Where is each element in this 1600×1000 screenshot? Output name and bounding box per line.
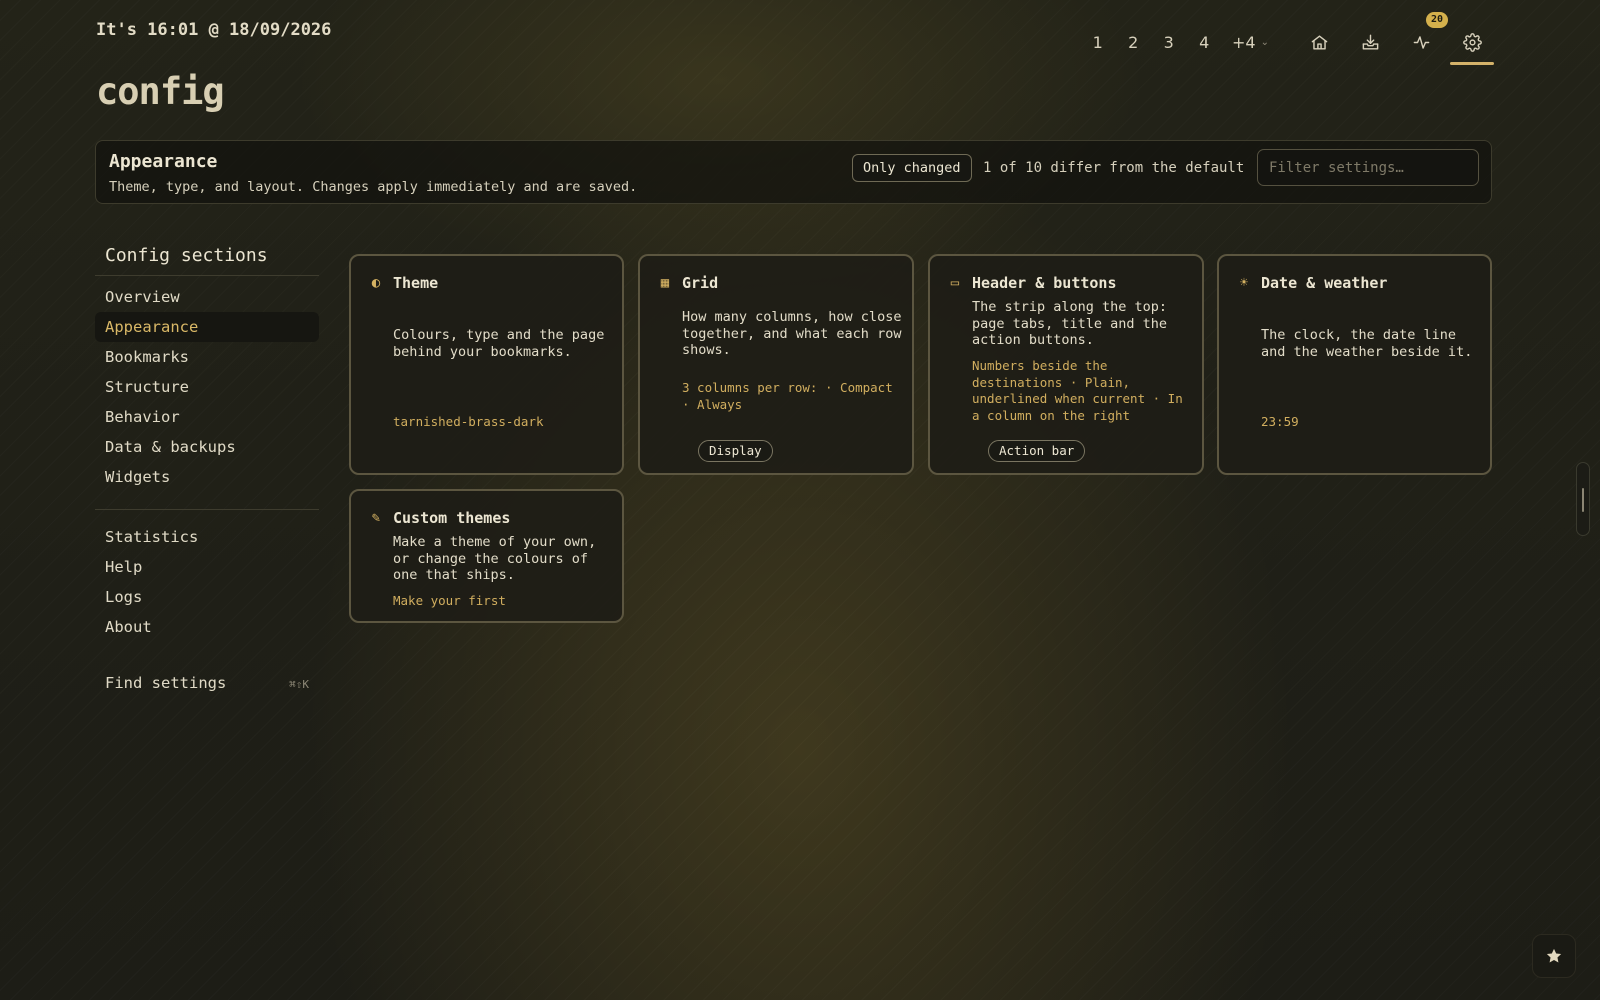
activity-icon — [1413, 35, 1429, 49]
card-current-value: Numbers beside the destinations · Plain,… — [972, 358, 1183, 423]
page-tab-4[interactable]: 4 — [1187, 33, 1223, 52]
sidebar-item-bookmarks[interactable]: Bookmarks — [95, 342, 319, 372]
card-header-buttons[interactable]: ▭ Header & buttons The strip along the t… — [928, 254, 1204, 475]
home-button[interactable] — [1297, 22, 1341, 62]
section-title: Appearance — [109, 151, 218, 172]
star-icon — [1546, 948, 1562, 963]
page-tab-3[interactable]: 3 — [1151, 33, 1187, 52]
inbox-button[interactable] — [1348, 22, 1392, 62]
sidebar-item-logs[interactable]: Logs — [95, 582, 319, 612]
card-title: Theme — [393, 274, 439, 292]
page-title: config — [96, 70, 225, 113]
sun-icon: ☀ — [1239, 275, 1249, 291]
sidebar-heading: Config sections — [105, 245, 268, 266]
card-description: The strip along the top: page tabs, titl… — [972, 299, 1168, 348]
card-description: The clock, the date line and the weather… — [1261, 327, 1473, 360]
home-icon — [1311, 34, 1327, 50]
half-circle-icon: ◐ — [371, 275, 381, 291]
card-title: Custom themes — [393, 509, 511, 527]
card-grid[interactable]: ▦ Grid How many columns, how close toget… — [638, 254, 914, 475]
diff-status: 1 of 10 differ from the default — [983, 160, 1245, 176]
divider — [95, 509, 319, 510]
sidebar-item-data-backups[interactable]: Data & backups — [95, 432, 319, 462]
card-description: Make a theme of your own, or change the … — [393, 534, 597, 583]
card-title: Grid — [682, 274, 719, 292]
inbox-download-icon — [1362, 34, 1378, 50]
card-date-weather[interactable]: ☀ Date & weather The clock, the date lin… — [1217, 254, 1492, 475]
chevron-down-icon: ⌄ — [1260, 36, 1269, 48]
card-current-value: tarnished-brass-dark — [393, 414, 544, 429]
page-tab-1[interactable]: 1 — [1080, 33, 1116, 52]
sidebar-item-structure[interactable]: Structure — [95, 372, 319, 402]
card-title: Date & weather — [1261, 274, 1388, 292]
find-settings-button[interactable]: Find settings ⌘⇧K — [95, 674, 319, 692]
sidebar-item-about[interactable]: About — [95, 612, 319, 642]
card-action-link[interactable]: Make your first — [393, 593, 615, 610]
card-current-value: 23:59 — [1261, 414, 1299, 429]
section-header: Appearance Theme, type, and layout. Chan… — [95, 140, 1492, 204]
notification-badge: 20 — [1425, 12, 1448, 28]
more-pages-dropdown[interactable]: +4 ⌄ — [1232, 33, 1269, 52]
card-current-value: 3 columns per row: · Compact · Always — [682, 380, 893, 412]
section-description: Theme, type, and layout. Changes apply i… — [109, 179, 638, 195]
keyboard-shortcut: ⌘⇧K — [289, 678, 309, 691]
card-description: How many columns, how close together, an… — [682, 309, 902, 358]
sidebar-item-appearance[interactable]: Appearance — [95, 312, 319, 342]
more-pages-label: +4 — [1232, 32, 1256, 52]
pencil-icon: ✎ — [371, 510, 381, 526]
clock-date-line: It's 16:01 @ 18/09/2026 — [96, 20, 332, 40]
action-bar-tag-button[interactable]: Action bar — [988, 440, 1086, 462]
grid-icon: ▦ — [660, 275, 670, 291]
display-tag-button[interactable]: Display — [698, 440, 773, 462]
page-tab-2[interactable]: 2 — [1116, 33, 1152, 52]
filter-settings-input[interactable] — [1257, 149, 1479, 186]
sidebar-item-widgets[interactable]: Widgets — [95, 462, 319, 492]
sidebar-item-overview[interactable]: Overview — [95, 282, 319, 312]
settings-button[interactable] — [1450, 22, 1494, 65]
top-nav: 1 2 3 4 +4 ⌄ 20 — [1080, 12, 1494, 65]
find-settings-label: Find settings — [105, 674, 227, 692]
header-bar-icon: ▭ — [950, 275, 960, 291]
activity-button[interactable]: 20 — [1399, 12, 1448, 62]
sidebar-item-behavior[interactable]: Behavior — [95, 402, 319, 432]
config-sidebar: Config sections Overview Appearance Book… — [95, 245, 319, 692]
divider — [95, 275, 319, 276]
only-changed-toggle[interactable]: Only changed — [852, 154, 972, 182]
card-title: Header & buttons — [972, 274, 1117, 292]
card-description: Colours, type and the page behind your b… — [393, 327, 605, 360]
gear-icon — [1462, 32, 1482, 52]
card-theme[interactable]: ◐ Theme Colours, type and the page behin… — [349, 254, 624, 475]
side-panel-handle[interactable] — [1576, 462, 1590, 536]
sidebar-item-help[interactable]: Help — [95, 552, 319, 582]
sidebar-item-statistics[interactable]: Statistics — [95, 522, 319, 552]
favorites-button[interactable] — [1532, 934, 1576, 978]
card-custom-themes[interactable]: ✎ Custom themes Make a theme of your own… — [349, 489, 624, 623]
